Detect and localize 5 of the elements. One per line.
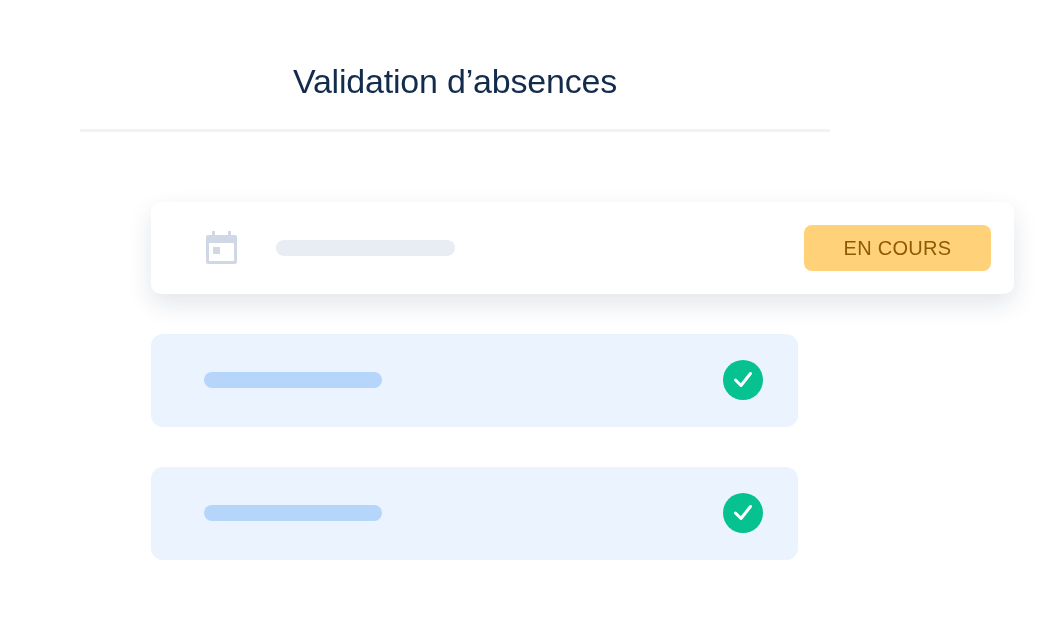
page-title: Validation d’absences bbox=[291, 61, 619, 102]
calendar-icon bbox=[206, 231, 237, 265]
status-badge: EN COURS bbox=[804, 224, 991, 271]
check-circle-icon bbox=[723, 493, 763, 534]
check-circle-icon bbox=[723, 360, 763, 401]
